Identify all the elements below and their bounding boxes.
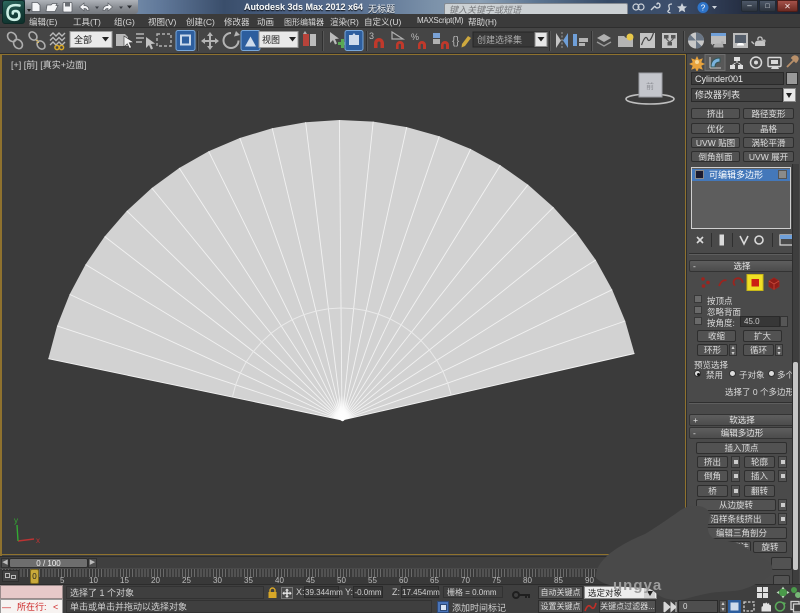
svg-text:y: y [14,516,18,525]
svg-text:3: 3 [369,31,374,41]
svg-text:视图: 视图 [262,34,280,45]
svg-text:x: x [36,536,40,545]
svg-text:%: % [411,32,419,42]
svg-text:{}: {} [452,35,460,47]
svg-text:创建选择集: 创建选择集 [477,34,522,45]
svg-text:前: 前 [646,81,654,91]
svg-text:全部: 全部 [74,34,92,45]
svg-text:?: ? [701,4,706,13]
